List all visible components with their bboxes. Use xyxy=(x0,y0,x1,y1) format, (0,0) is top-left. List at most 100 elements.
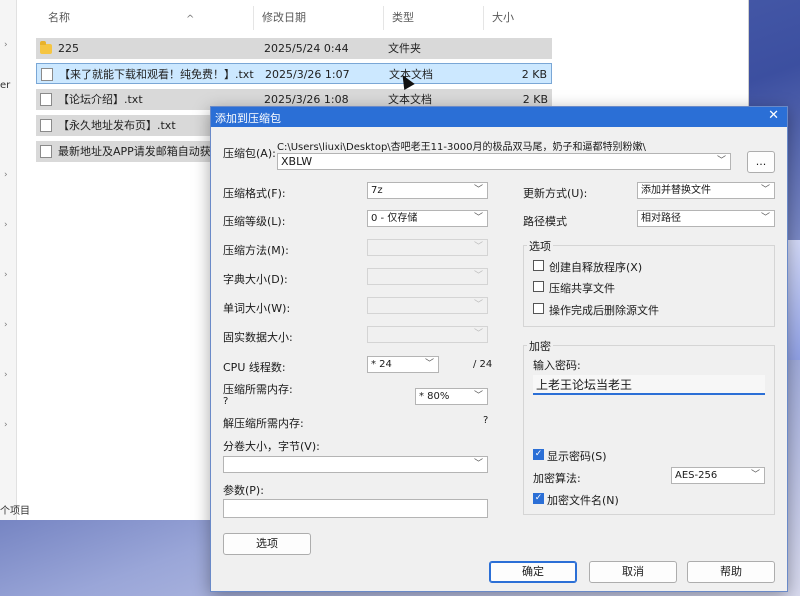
file-name: 最新地址及APP请发邮箱自动获取 xyxy=(58,145,210,158)
level-value: 0 - 仅存储 xyxy=(371,213,418,224)
password-label: 输入密码: xyxy=(533,359,581,372)
chevron-down-icon: ﹀ xyxy=(473,300,483,310)
file-name: 225 xyxy=(58,42,79,55)
dialog-title: 添加到压缩包 xyxy=(215,112,281,125)
parameters-input[interactable] xyxy=(223,499,488,518)
chevron-down-icon: ﹀ xyxy=(750,470,760,480)
folder-icon xyxy=(40,41,52,54)
text-file-icon xyxy=(41,68,53,81)
sort-up-icon: ^ xyxy=(186,14,195,25)
text-file-icon xyxy=(40,119,52,132)
delete-after-checkbox[interactable] xyxy=(533,303,544,314)
nav-chevron-icon[interactable]: › xyxy=(4,270,8,280)
text-file-icon xyxy=(40,145,52,158)
nav-chevron-icon[interactable]: › xyxy=(4,320,8,330)
word-size-select[interactable]: ﹀ xyxy=(367,297,488,314)
encryption-method-select[interactable]: AES-256 ﹀ xyxy=(671,467,765,484)
column-header-type[interactable]: 类型 xyxy=(384,6,484,30)
format-value: 7z xyxy=(371,185,383,196)
chevron-down-icon[interactable]: ﹀ xyxy=(717,154,726,169)
chevron-down-icon: ﹀ xyxy=(473,185,483,195)
chevron-down-icon: ﹀ xyxy=(424,359,434,369)
memory-value: ? xyxy=(223,396,229,407)
show-password-checkbox[interactable]: ✓ xyxy=(533,449,544,460)
method-label: 压缩方法(M): xyxy=(223,244,289,257)
nav-chevron-icon[interactable]: › xyxy=(4,40,8,50)
encryption-group-title: 加密 xyxy=(527,338,553,354)
column-name-label: 名称 xyxy=(48,11,70,24)
memory-label: 压缩所需内存: xyxy=(223,383,293,396)
column-header-size[interactable]: 大小 xyxy=(484,6,554,30)
archive-path: C:\Users\liuxi\Desktop\杏吧老王11-3000月的极品双马… xyxy=(277,142,646,153)
column-header-name[interactable]: 名称 ^ xyxy=(40,6,254,30)
chevron-down-icon: ﹀ xyxy=(473,329,483,339)
memory-percent-value: * 80% xyxy=(419,391,450,402)
encrypt-names-label[interactable]: 加密文件名(N) xyxy=(547,492,619,508)
close-icon[interactable]: ✕ xyxy=(768,108,779,123)
file-row[interactable]: 最新地址及APP请发邮箱自动获取 xyxy=(36,141,210,162)
status-bar-item-count: 个项目 xyxy=(0,506,30,517)
split-volume-label: 分卷大小，字节(V): xyxy=(223,440,320,453)
cpu-threads-label: CPU 线程数: xyxy=(223,361,286,374)
password-input[interactable]: 上老王论坛当老王 xyxy=(533,375,765,395)
format-label: 压缩格式(F): xyxy=(223,187,286,200)
sfx-checkbox[interactable] xyxy=(533,260,544,271)
nav-chevron-icon[interactable]: › xyxy=(4,420,8,430)
level-select[interactable]: 0 - 仅存储 ﹀ xyxy=(367,210,488,227)
solid-size-label: 固实数据大小: xyxy=(223,331,293,344)
file-name: 【来了就能下载和观看！纯免费！】.txt xyxy=(59,68,254,81)
shared-files-checkbox[interactable] xyxy=(533,281,544,292)
update-mode-label: 更新方式(U): xyxy=(523,187,588,200)
archive-name-value: XBLW xyxy=(281,155,313,168)
help-button[interactable]: 帮助 xyxy=(687,561,775,583)
word-size-label: 单词大小(W): xyxy=(223,302,291,315)
chevron-down-icon: ﹀ xyxy=(473,271,483,281)
dictionary-label: 字典大小(D): xyxy=(223,273,288,286)
decompress-memory-value: ? xyxy=(483,415,489,426)
archive-name-combobox[interactable]: XBLW ﹀ xyxy=(277,153,731,170)
nav-chevron-icon[interactable]: › xyxy=(4,220,8,230)
file-row[interactable]: 【永久地址发布页】.txt xyxy=(36,115,210,136)
navigation-pane[interactable]: › › › › › › › xyxy=(0,0,17,520)
file-date: 2025/5/24 0:44 xyxy=(264,42,349,55)
chevron-down-icon: ﹀ xyxy=(760,213,770,223)
path-mode-select[interactable]: 相对路径 ﹀ xyxy=(637,210,775,227)
format-select[interactable]: 7z ﹀ xyxy=(367,182,488,199)
browse-button[interactable]: ... xyxy=(747,151,775,173)
method-select[interactable]: ﹀ xyxy=(367,239,488,256)
path-mode-value: 相对路径 xyxy=(641,213,681,224)
column-header-date[interactable]: 修改日期 xyxy=(254,6,384,30)
shared-files-label[interactable]: 压缩共享文件 xyxy=(549,280,615,296)
file-size: 2 KB xyxy=(521,68,547,81)
file-date: 2025/3/26 1:07 xyxy=(265,68,350,81)
solid-size-select[interactable]: ﹀ xyxy=(367,326,488,343)
cancel-button[interactable]: 取消 xyxy=(589,561,677,583)
memory-percent-select[interactable]: * 80% ﹀ xyxy=(415,388,488,405)
show-password-label[interactable]: 显示密码(S) xyxy=(547,448,607,464)
nav-item-label[interactable]: er xyxy=(0,80,10,91)
cpu-threads-value: * 24 xyxy=(371,359,392,370)
dialog-titlebar[interactable]: 添加到压缩包 ✕ xyxy=(211,107,787,127)
dictionary-select[interactable]: ﹀ xyxy=(367,268,488,285)
nav-chevron-icon[interactable]: › xyxy=(4,170,8,180)
cpu-threads-select[interactable]: * 24 ﹀ xyxy=(367,356,439,373)
update-mode-select[interactable]: 添加并替换文件 ﹀ xyxy=(637,182,775,199)
path-mode-label: 路径模式 xyxy=(523,215,567,228)
delete-after-label[interactable]: 操作完成后删除源文件 xyxy=(549,302,659,318)
sfx-label[interactable]: 创建自释放程序(X) xyxy=(549,259,642,275)
options-button[interactable]: 选项 xyxy=(223,533,311,555)
chevron-down-icon: ﹀ xyxy=(473,459,483,469)
nav-chevron-icon[interactable]: › xyxy=(4,370,8,380)
file-name: 【论坛介绍】.txt xyxy=(58,93,143,106)
split-volume-combobox[interactable]: ﹀ xyxy=(223,456,488,473)
file-row[interactable]: 225 2025/5/24 0:44 文件夹 xyxy=(36,38,552,59)
encryption-method-label: 加密算法: xyxy=(533,472,581,485)
file-type: 文件夹 xyxy=(388,42,421,55)
encrypt-names-checkbox[interactable]: ✓ xyxy=(533,493,544,504)
text-file-icon xyxy=(40,93,52,106)
parameters-label: 参数(P): xyxy=(223,484,264,497)
cpu-threads-total: / 24 xyxy=(473,359,493,370)
ok-button[interactable]: 确定 xyxy=(489,561,577,583)
update-mode-value: 添加并替换文件 xyxy=(641,185,711,196)
file-row-selected[interactable]: 【来了就能下载和观看！纯免费！】.txt 2025/3/26 1:07 文本文档… xyxy=(36,63,552,84)
